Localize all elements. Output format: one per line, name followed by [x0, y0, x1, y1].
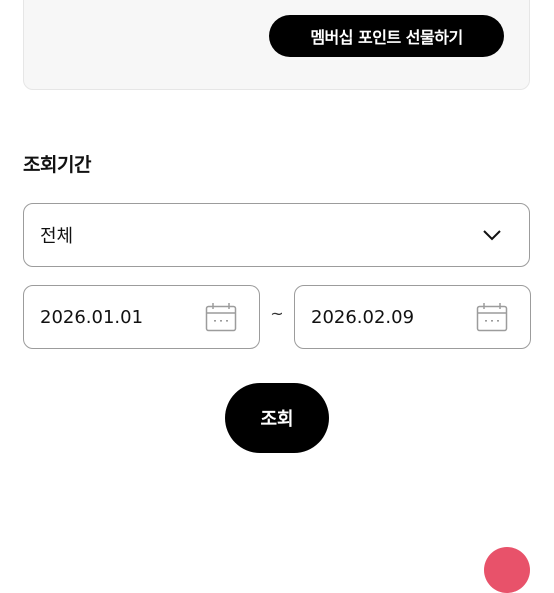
period-title: 조회기간 — [23, 154, 91, 176]
end-date-value: 2026.02.09 — [311, 306, 415, 328]
period-select-value: 전체 — [40, 226, 74, 247]
period-select[interactable]: 전체 — [23, 203, 530, 267]
gift-membership-points-button[interactable]: 멤버십 포인트 선물하기 — [269, 15, 504, 57]
chevron-down-icon — [483, 230, 501, 241]
calendar-icon[interactable] — [205, 302, 237, 332]
calendar-icon[interactable] — [476, 302, 508, 332]
end-date-field[interactable]: 2026.02.09 — [294, 285, 531, 349]
start-date-value: 2026.01.01 — [40, 306, 144, 328]
date-range-separator: ~ — [270, 304, 284, 323]
search-button[interactable]: 조회 — [225, 383, 329, 453]
start-date-field[interactable]: 2026.01.01 — [23, 285, 260, 349]
